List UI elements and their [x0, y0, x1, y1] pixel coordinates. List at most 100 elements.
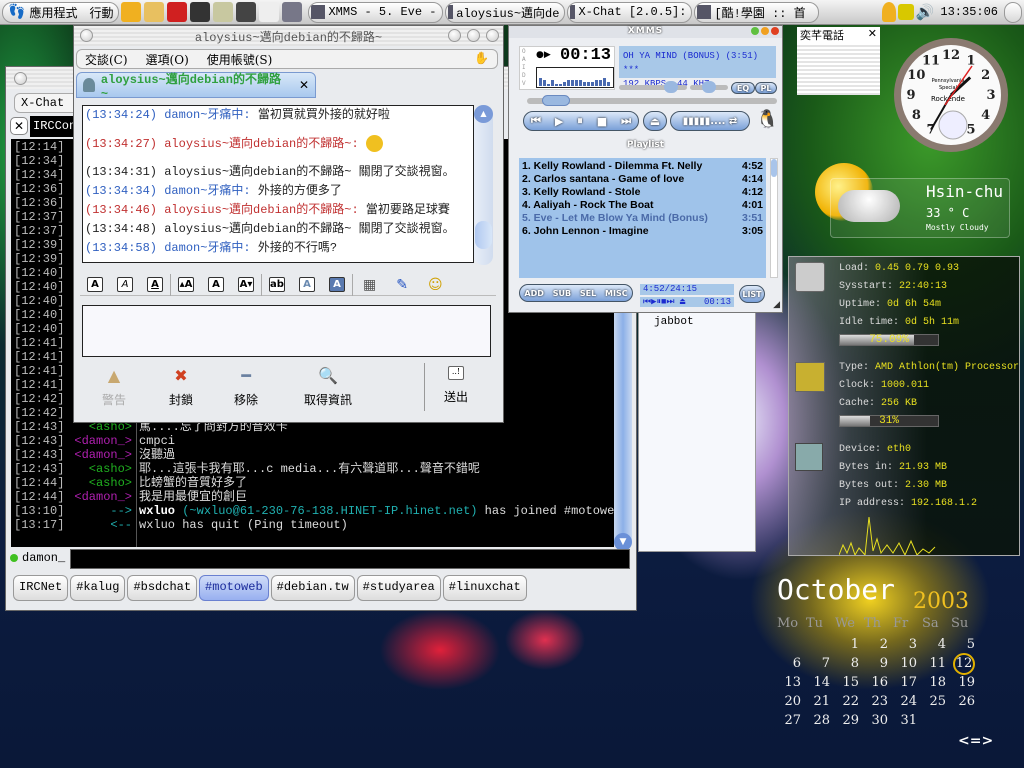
calendar-today[interactable]: 12: [953, 653, 975, 675]
playlist-item[interactable]: 2. Carlos santana - Game of love 4:14: [519, 173, 766, 186]
history-scrollbar[interactable]: ▲: [474, 105, 493, 265]
calendar-day[interactable]: 21: [804, 694, 830, 709]
nick[interactable]: <damon_>: [64, 448, 132, 462]
calendar-day[interactable]: 4: [920, 637, 946, 652]
italic-button[interactable]: A: [117, 277, 133, 292]
message-input[interactable]: [70, 549, 630, 569]
calendar-day[interactable]: 16: [862, 675, 888, 690]
close-tab-icon[interactable]: ✕: [10, 117, 28, 135]
window-menu-button[interactable]: [14, 71, 27, 85]
cd-icon[interactable]: [213, 2, 234, 22]
panel-clock[interactable]: 13:35:06: [940, 5, 998, 19]
nick[interactable]: <damon_>: [64, 434, 132, 448]
playlist-item[interactable]: 6. John Lennon - Imagine 3:05: [519, 225, 766, 238]
channel-tab[interactable]: #linuxchat: [442, 575, 527, 601]
playlist-item[interactable]: 1. Kelly Rowland - Dilemma Ft. Nelly 4:52: [519, 160, 766, 173]
pl-button[interactable]: PL: [755, 82, 777, 94]
get-info-button[interactable]: 🔍 取得資訊: [304, 366, 352, 408]
person-icon[interactable]: [121, 2, 142, 22]
taskbar-button[interactable]: aloysius~邁向de: [445, 1, 566, 23]
monitor-icon[interactable]: [236, 2, 257, 22]
calendar-day[interactable]: 11: [920, 656, 946, 671]
playlist-sub-button[interactable]: SUB: [553, 289, 571, 298]
calendar-day[interactable]: 13: [775, 675, 801, 690]
menu-accounts[interactable]: 使用帳號(S): [207, 51, 273, 67]
dialog-titlebar[interactable]: aloysius~邁向debian的不歸路~: [74, 26, 503, 46]
volume-icon[interactable]: 🔊: [916, 3, 935, 21]
maximize-button[interactable]: [467, 29, 480, 42]
calendar-day[interactable]: 6: [775, 656, 801, 671]
nick[interactable]: -->: [64, 504, 132, 518]
calendar-day[interactable]: 26: [949, 694, 975, 709]
playlist-add-button[interactable]: ADD: [524, 289, 543, 298]
calendar-day[interactable]: 20: [775, 694, 801, 709]
calendar-day[interactable]: 5: [949, 637, 975, 652]
menu-conversation[interactable]: 交談(C): [85, 51, 128, 67]
insert-image-icon[interactable]: ▦: [363, 277, 376, 293]
playlist-scrollbar[interactable]: [770, 158, 778, 278]
star-icon[interactable]: [167, 2, 188, 22]
nick-item[interactable]: jabbot: [654, 316, 694, 328]
fg-color-button[interactable]: A: [299, 277, 315, 292]
taskbar-button[interactable]: [酷!學園 :: 首: [694, 1, 820, 23]
calendar-day[interactable]: 14: [804, 675, 830, 690]
sticky-note[interactable]: 奕芊電話 ✕: [797, 27, 880, 95]
channel-tab[interactable]: #debian.tw: [270, 575, 355, 601]
person-icon[interactable]: [881, 2, 896, 22]
eject-button[interactable]: ⏏: [643, 111, 667, 131]
minimize-button[interactable]: [448, 29, 461, 42]
channel-tab[interactable]: #studyarea: [356, 575, 441, 601]
menu-options[interactable]: 選項(O): [146, 51, 189, 67]
xmms-titlebar[interactable]: XMMS: [509, 26, 782, 38]
normal-font-button[interactable]: A: [208, 277, 224, 292]
calendar-day[interactable]: 25: [920, 694, 946, 709]
terminal-icon[interactable]: [190, 2, 211, 22]
playlist-sel-button[interactable]: SEL: [580, 289, 596, 298]
mini-controls-icon[interactable]: ⏮▶⏸■⏭ ⏏: [643, 297, 685, 307]
block-button[interactable]: ✖ 封鎖: [169, 366, 193, 408]
playlist-item[interactable]: 4. Aaliyah - Rock The Boat 4:01: [519, 199, 766, 212]
channel-tab[interactable]: IRCNet: [13, 575, 69, 601]
close-note-icon[interactable]: ✕: [868, 27, 877, 43]
xmms-close-button[interactable]: [771, 27, 779, 35]
option-letter[interactable]: D: [522, 72, 526, 80]
my-nick[interactable]: damon_: [10, 551, 65, 565]
calendar-day[interactable]: 22: [833, 694, 859, 709]
volume-slider[interactable]: [619, 81, 687, 93]
option-letter[interactable]: A: [522, 56, 526, 64]
calendar-day[interactable]: 10: [891, 656, 917, 671]
pause-button[interactable]: ⏸: [577, 114, 583, 128]
remove-button[interactable]: ━ 移除: [234, 366, 258, 408]
resize-grip-icon[interactable]: ◢: [773, 300, 780, 310]
calendar-day[interactable]: 9: [862, 656, 888, 671]
workspace-switcher[interactable]: [1004, 1, 1022, 23]
screenshot-icon[interactable]: [282, 2, 303, 22]
note-icon[interactable]: [897, 4, 914, 20]
previous-button[interactable]: ⏮: [531, 114, 541, 128]
option-letter[interactable]: V: [522, 80, 526, 88]
next-button[interactable]: ⏭: [621, 114, 631, 128]
channel-tab[interactable]: #kalug: [70, 575, 126, 601]
calendar-day[interactable]: 19: [949, 675, 975, 690]
calendar-day[interactable]: 8: [833, 656, 859, 671]
calendar-day[interactable]: 15: [833, 675, 859, 690]
calendar-day[interactable]: 2: [862, 637, 888, 652]
option-letter[interactable]: I: [522, 64, 526, 72]
calendar-day[interactable]: 24: [891, 694, 917, 709]
playlist-item[interactable]: 5. Eve - Let Me Blow Ya Mind (Bonus) 3:51: [519, 212, 766, 225]
calendar-day[interactable]: 17: [891, 675, 917, 690]
seek-bar[interactable]: [527, 95, 777, 106]
playlist-titlebar[interactable]: Playlist: [509, 140, 782, 152]
send-button[interactable]: ..! 送出: [444, 366, 468, 405]
nick[interactable]: <--: [64, 518, 132, 532]
font-face-button[interactable]: ab: [269, 277, 285, 292]
taskbar-button[interactable]: XMMS - 5. Eve -: [308, 1, 444, 23]
nick[interactable]: <asho>: [64, 462, 132, 476]
calendar-day[interactable]: 27: [775, 713, 801, 728]
playlist[interactable]: 1. Kelly Rowland - Dilemma Ft. Nelly 4:52…: [519, 158, 766, 278]
smaller-font-button[interactable]: A▾: [238, 277, 254, 292]
calendar-day[interactable]: 3: [891, 637, 917, 652]
scroll-thumb[interactable]: [475, 221, 492, 249]
calendar-day[interactable]: 28: [804, 713, 830, 728]
conversation-tab[interactable]: aloysius~邁向debian的不歸路~ ✕: [76, 72, 316, 101]
